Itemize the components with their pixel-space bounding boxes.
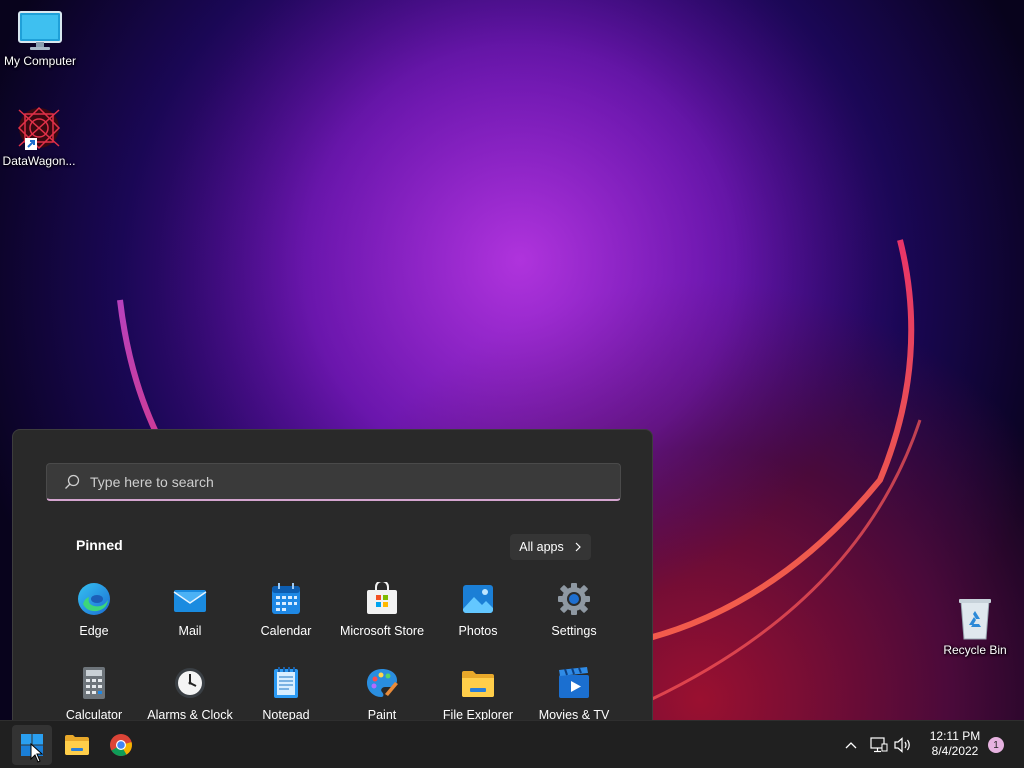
search-input[interactable]: Type here to search [46, 463, 621, 501]
calculator-icon [83, 667, 105, 699]
desktop-icon-datawagon[interactable]: DataWagon... [0, 106, 79, 168]
app-label: Settings [551, 624, 597, 638]
network-status[interactable] [868, 733, 890, 757]
photos-icon [463, 585, 493, 613]
calendar-icon [272, 583, 300, 614]
taskbar-file-explorer-button[interactable] [57, 725, 97, 765]
datawagon-icon [17, 106, 61, 150]
pinned-app-microsoft-store[interactable]: Microsoft Store [334, 582, 430, 638]
pinned-app-settings[interactable]: Settings [526, 582, 622, 638]
network-icon [870, 737, 888, 753]
chevron-right-icon [575, 542, 581, 552]
desktop-icon-recycle-bin[interactable]: Recycle Bin [935, 597, 1015, 657]
desktop-icon-my-computer[interactable]: My Computer [0, 10, 80, 68]
speaker-icon [894, 737, 910, 753]
mouse-cursor-icon [30, 743, 44, 763]
notification-badge[interactable]: 1 [988, 737, 1004, 753]
volume-button[interactable] [892, 733, 914, 757]
settings-icon [558, 583, 590, 615]
app-label: Calendar [260, 624, 312, 638]
app-label: Mail [178, 624, 202, 638]
desktop-icon-label: Recycle Bin [943, 643, 1007, 657]
taskbar: 12:11 PM 8/4/2022 1 [0, 720, 1024, 768]
pinned-app-mail[interactable]: Mail [142, 582, 238, 638]
tray-clock[interactable]: 12:11 PM 8/4/2022 [920, 729, 990, 759]
desktop-icon-label: My Computer [3, 54, 77, 68]
app-label: Microsoft Store [339, 624, 425, 638]
tray-overflow-button[interactable] [840, 733, 862, 757]
recycle-bin-icon [959, 599, 991, 640]
pinned-app-movies-tv[interactable]: Movies & TV [526, 666, 622, 722]
pinned-app-edge[interactable]: Edge [46, 582, 142, 638]
folder-icon [462, 671, 494, 697]
search-icon [65, 474, 80, 489]
all-apps-label: All apps [519, 540, 564, 554]
all-apps-button[interactable]: All apps [510, 534, 591, 560]
pinned-app-file-explorer[interactable]: File Explorer [430, 666, 526, 722]
taskbar-chrome-button[interactable] [101, 725, 141, 765]
edge-icon [78, 583, 110, 615]
clock-time: 12:11 PM [929, 729, 981, 743]
pinned-app-notepad[interactable]: Notepad [238, 666, 334, 722]
pinned-app-calendar[interactable]: Calendar [238, 582, 334, 638]
mail-icon [173, 590, 207, 612]
start-menu: Type here to search Pinned All apps Edge… [12, 429, 653, 729]
pinned-heading: Pinned [76, 537, 123, 553]
monitor-icon [18, 11, 62, 50]
movies-icon [559, 667, 589, 698]
pinned-app-calculator[interactable]: Calculator [46, 666, 142, 722]
clock-date: 8/4/2022 [931, 744, 979, 758]
clock-icon [175, 668, 205, 698]
chevron-up-icon [845, 742, 857, 749]
app-label: Edge [79, 624, 109, 638]
paint-icon [367, 669, 398, 697]
desktop-icon-label: DataWagon... [2, 154, 76, 168]
pinned-app-paint[interactable]: Paint [334, 666, 430, 722]
file-explorer-icon [65, 735, 89, 755]
pinned-app-photos[interactable]: Photos [430, 582, 526, 638]
chrome-icon [110, 734, 132, 756]
notepad-icon [274, 667, 298, 698]
pinned-app-alarms-clock[interactable]: Alarms & Clock [142, 666, 238, 722]
store-icon [367, 582, 397, 614]
app-label: Photos [458, 624, 498, 638]
search-placeholder: Type here to search [90, 473, 214, 490]
